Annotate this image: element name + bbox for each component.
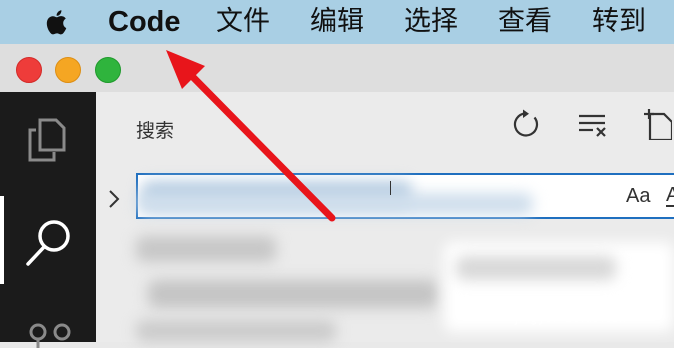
source-control-icon[interactable] [22, 318, 76, 348]
refresh-icon[interactable] [510, 108, 542, 140]
search-box[interactable]: Aa Ab [136, 173, 674, 219]
window-maximize-button[interactable] [95, 57, 121, 83]
menu-go[interactable]: 转到 [592, 0, 646, 44]
redacted-text [148, 280, 438, 308]
clear-results-icon[interactable] [576, 108, 608, 140]
window-close-button[interactable] [16, 57, 42, 83]
text-caret [390, 181, 391, 195]
menu-bar: Code 文件 编辑 选择 查看 转到 [0, 0, 674, 44]
whole-word-toggle[interactable]: Ab [666, 185, 674, 207]
apple-logo-icon[interactable] [41, 6, 73, 38]
redacted-text [136, 320, 336, 342]
menu-app-code[interactable]: Code [108, 0, 181, 44]
panel-title: 搜索 [136, 120, 175, 142]
activity-bar [0, 92, 96, 348]
menu-selection[interactable]: 选择 [404, 0, 458, 44]
redacted-text [456, 256, 616, 280]
search-icon[interactable] [22, 216, 76, 270]
match-case-toggle[interactable]: Aa [626, 185, 650, 208]
search-panel: 搜索 Aa Ab [96, 92, 674, 342]
chevron-right-icon[interactable] [106, 188, 122, 210]
menu-edit[interactable]: 编辑 [310, 0, 364, 44]
new-search-editor-icon[interactable] [640, 108, 672, 140]
window-title-bar [0, 44, 674, 93]
active-view-indicator [0, 196, 4, 284]
redacted-text [136, 236, 276, 262]
files-icon[interactable] [22, 114, 74, 166]
window-minimize-button[interactable] [55, 57, 81, 83]
menu-file[interactable]: 文件 [216, 0, 270, 44]
watermark: jingyan.baidu.com [515, 311, 631, 325]
redacted-query-bg [138, 193, 533, 215]
menu-view[interactable]: 查看 [498, 0, 552, 44]
